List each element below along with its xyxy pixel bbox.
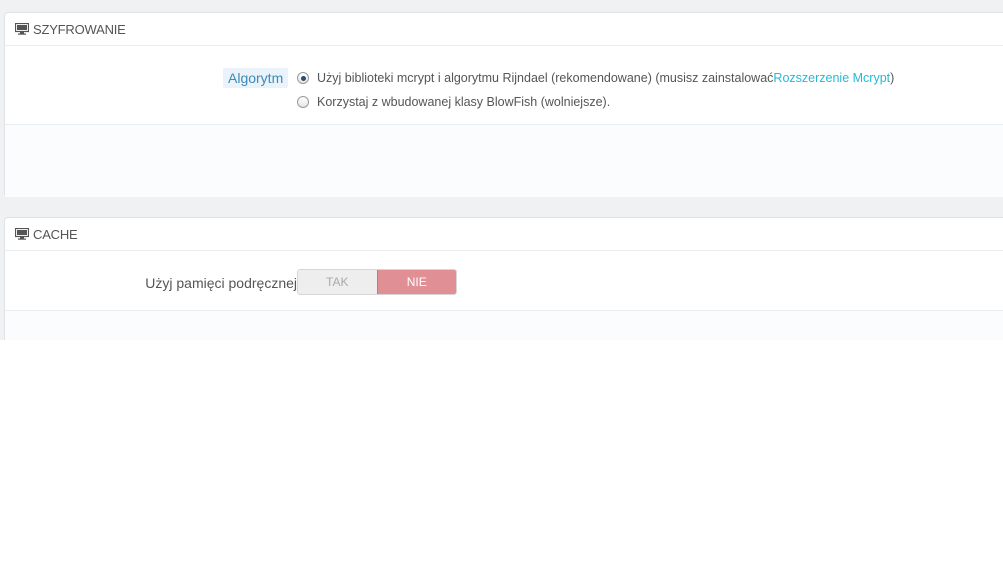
option-blowfish[interactable]: Korzystaj z wbudowanej klasy BlowFish (w…	[297, 95, 610, 109]
option-mcrypt-suffix: )	[890, 71, 895, 85]
monitor-icon	[15, 228, 29, 240]
use-cache-row: Użyj pamięci podręcznej TAK NIE	[5, 251, 1003, 310]
blank-area	[0, 340, 1003, 568]
algorithm-label: Algorytm	[223, 68, 289, 88]
use-cache-label: Użyj pamięci podręcznej	[145, 275, 297, 291]
option-blowfish-text: Korzystaj z wbudowanej klasy BlowFish (w…	[317, 95, 611, 109]
encryption-panel: SZYFROWANIE Algorytm Użyj biblioteki mcr…	[4, 12, 1003, 197]
switch-yes-option[interactable]: TAK	[298, 270, 377, 294]
encryption-panel-heading: SZYFROWANIE	[5, 13, 1003, 46]
algorithm-row: Algorytm Użyj biblioteki mcrypt i algory…	[5, 46, 1003, 124]
cache-panel-heading: CACHE	[5, 218, 1003, 251]
mcrypt-extension-link[interactable]: Rozszerzenie Mcrypt	[773, 71, 890, 85]
encryption-panel-footer	[5, 124, 1003, 197]
switch-no-option[interactable]: NIE	[376, 270, 456, 294]
option-mcrypt-text: Użyj biblioteki mcrypt i algorytmu Rijnd…	[317, 71, 774, 85]
monitor-icon	[15, 23, 29, 35]
cache-panel: CACHE Użyj pamięci podręcznej TAK NIE	[4, 217, 1003, 357]
cache-panel-title: CACHE	[33, 226, 78, 242]
radio-mcrypt[interactable]	[297, 72, 309, 84]
encryption-panel-title: SZYFROWANIE	[33, 21, 126, 37]
use-cache-switch[interactable]: TAK NIE	[297, 269, 457, 295]
radio-blowfish[interactable]	[297, 96, 309, 108]
option-mcrypt[interactable]: Użyj biblioteki mcrypt i algorytmu Rijnd…	[297, 71, 894, 85]
